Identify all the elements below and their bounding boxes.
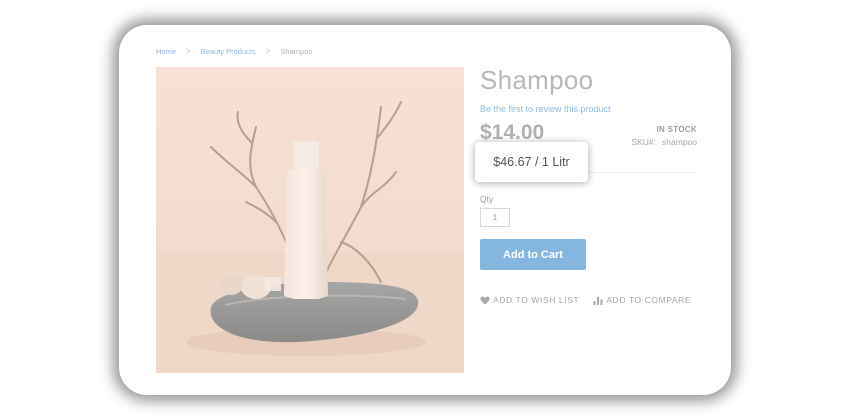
add-to-wishlist-link[interactable]: ADD TO WISH LIST [480, 295, 579, 305]
qty-input[interactable] [480, 208, 510, 227]
breadcrumb-current: Shampoo [280, 47, 313, 56]
heart-icon [480, 296, 490, 304]
breadcrumb-beauty-products[interactable]: Beauty Products [201, 47, 256, 56]
product-card: Home > Beauty Products > Shampoo Shampoo… [119, 25, 731, 395]
breadcrumb: Home > Beauty Products > Shampoo [156, 47, 313, 56]
qty-label: Qty [480, 194, 494, 204]
product-actions: ADD TO WISH LIST ADD TO COMPARE [480, 295, 691, 305]
review-link[interactable]: Be the first to review this product [480, 104, 611, 114]
stock-status: IN STOCK [656, 125, 697, 134]
breadcrumb-separator: > [265, 47, 271, 56]
add-to-compare-link[interactable]: ADD TO COMPARE [593, 295, 691, 305]
breadcrumb-separator: > [186, 47, 191, 56]
compare-label: ADD TO COMPARE [606, 295, 692, 305]
wishlist-label: ADD TO WISH LIST [493, 295, 580, 305]
product-image[interactable] [156, 67, 464, 373]
breadcrumb-home[interactable]: Home [156, 47, 176, 56]
product-photo-illustration [156, 67, 464, 373]
sku-info: SKU#: shampoo [631, 137, 697, 147]
bar-chart-icon [593, 296, 603, 305]
sku-value: shampoo [662, 137, 697, 147]
unit-price-tooltip: $46.67 / 1 Litr [475, 142, 588, 182]
sku-label: SKU#: [631, 137, 657, 147]
product-title: Shampoo [480, 65, 594, 95]
add-to-cart-button[interactable]: Add to Cart [480, 239, 586, 270]
